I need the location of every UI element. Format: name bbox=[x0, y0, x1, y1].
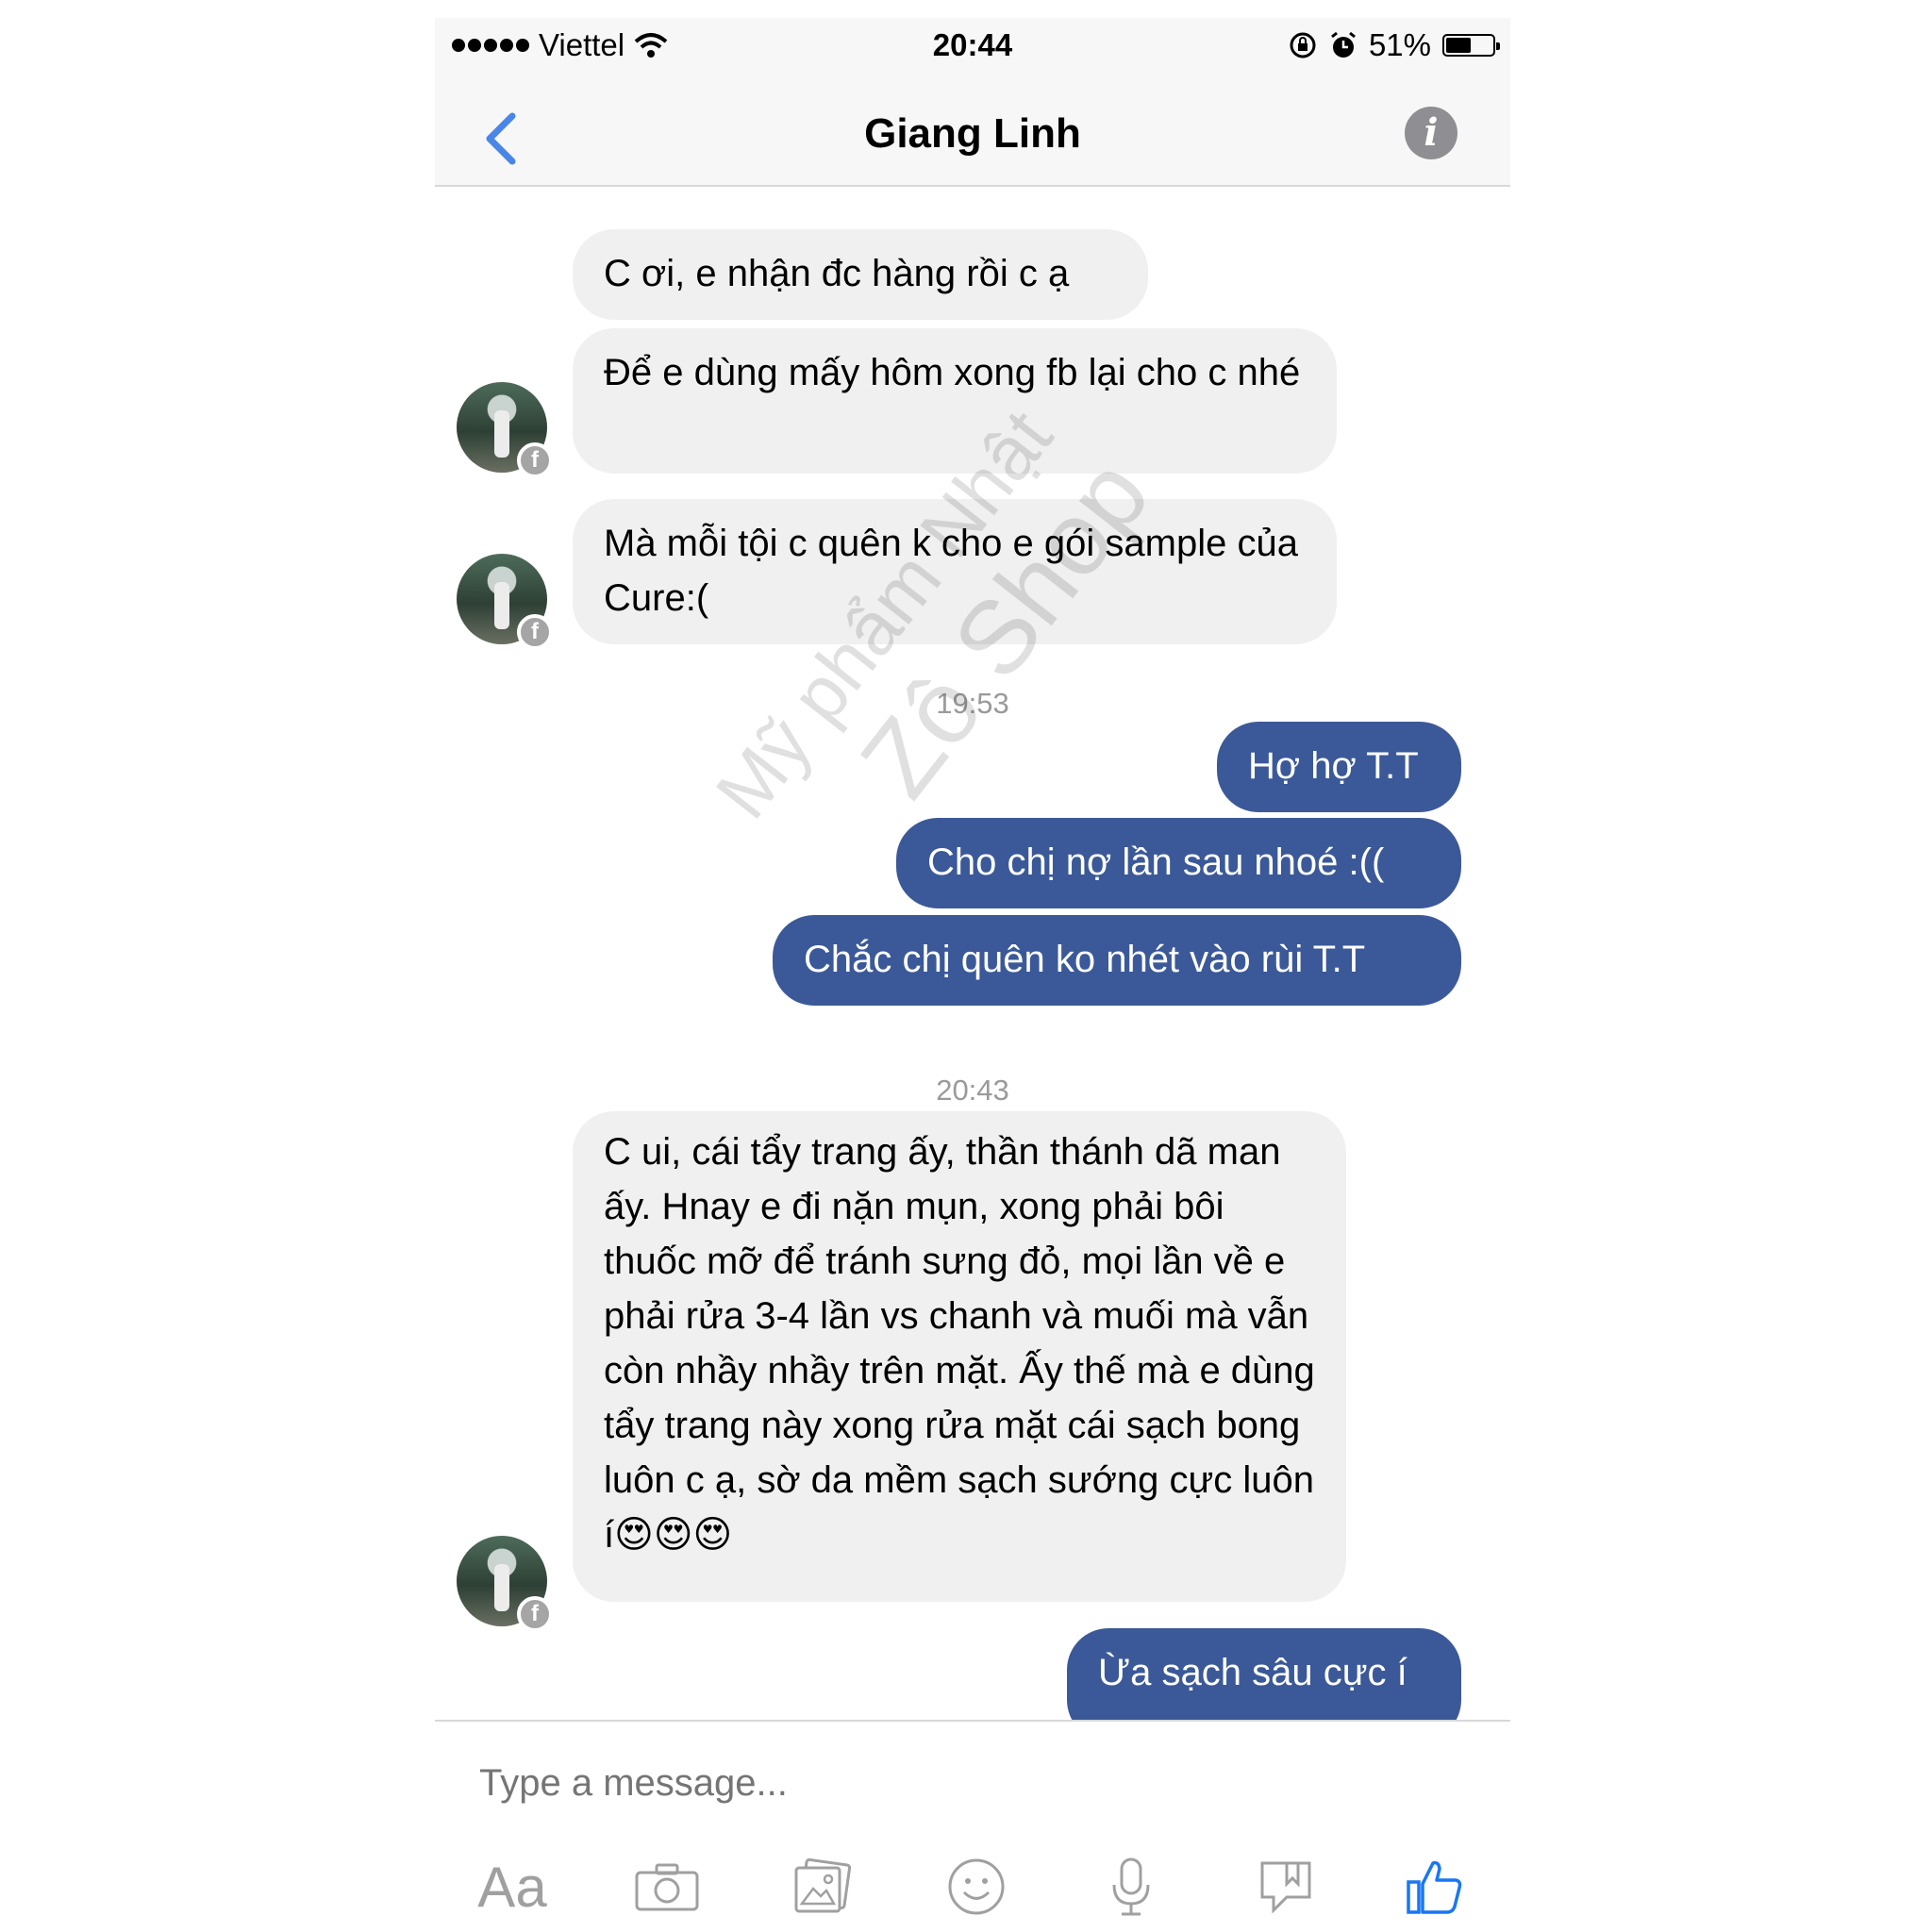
alarm-icon bbox=[1331, 31, 1356, 58]
conversation-title: Giang Linh bbox=[864, 110, 1081, 157]
timestamp: 19:53 bbox=[936, 687, 1009, 720]
avatar[interactable]: f bbox=[457, 382, 553, 478]
composer: Aa bbox=[435, 1720, 1510, 1924]
avatar[interactable]: f bbox=[457, 1536, 553, 1632]
status-bar: Viettel 20:44 51% bbox=[435, 18, 1510, 75]
nav-bar: Giang Linh i bbox=[435, 93, 1510, 178]
message-list[interactable]: C ơi, e nhận đc hàng rồi c ạ Để e dùng m… bbox=[435, 187, 1510, 1720]
rotation-lock-icon bbox=[1290, 32, 1316, 58]
message-incoming[interactable]: C ui, cái tẩy trang ấy, thần thánh dã ma… bbox=[573, 1111, 1346, 1602]
avatar[interactable]: f bbox=[457, 554, 553, 650]
message-incoming[interactable]: C ơi, e nhận đc hàng rồi c ạ bbox=[573, 229, 1148, 320]
messenger-screen: Viettel 20:44 51% Giang Linh i C ơi, e n… bbox=[435, 18, 1510, 1924]
message-outgoing[interactable]: Ừa sạch sâu cực í bbox=[1067, 1628, 1461, 1720]
gallery-icon[interactable] bbox=[784, 1854, 859, 1920]
composer-toolbar: Aa bbox=[435, 1854, 1510, 1920]
timestamp: 20:43 bbox=[936, 1074, 1009, 1107]
facebook-badge-icon: f bbox=[517, 1596, 553, 1632]
sticker-icon[interactable] bbox=[1248, 1854, 1324, 1920]
info-button[interactable]: i bbox=[1405, 107, 1457, 159]
header: Viettel 20:44 51% Giang Linh i bbox=[435, 18, 1510, 187]
message-input[interactable] bbox=[477, 1761, 1424, 1806]
emoji-icon[interactable] bbox=[939, 1854, 1014, 1920]
text-icon[interactable]: Aa bbox=[475, 1854, 550, 1920]
battery-icon bbox=[1442, 34, 1500, 57]
facebook-badge-icon: f bbox=[517, 442, 553, 478]
battery-percent: 51% bbox=[1368, 27, 1431, 62]
message-outgoing[interactable]: Chắc chị quên ko nhét vào rùi T.T bbox=[773, 915, 1461, 1006]
like-icon[interactable] bbox=[1397, 1854, 1473, 1920]
facebook-badge-icon: f bbox=[517, 614, 553, 650]
message-incoming[interactable]: Mà mỗi tội c quên k cho e gói sample của… bbox=[573, 499, 1337, 644]
camera-icon[interactable] bbox=[629, 1854, 705, 1920]
message-outgoing[interactable]: Hợ hợ T.T bbox=[1217, 722, 1461, 812]
message-incoming[interactable]: Để e dùng mấy hôm xong fb lại cho c nhé bbox=[573, 328, 1337, 474]
microphone-icon[interactable] bbox=[1093, 1854, 1169, 1920]
message-outgoing[interactable]: Cho chị nợ lần sau nhoé :(( bbox=[896, 818, 1461, 908]
